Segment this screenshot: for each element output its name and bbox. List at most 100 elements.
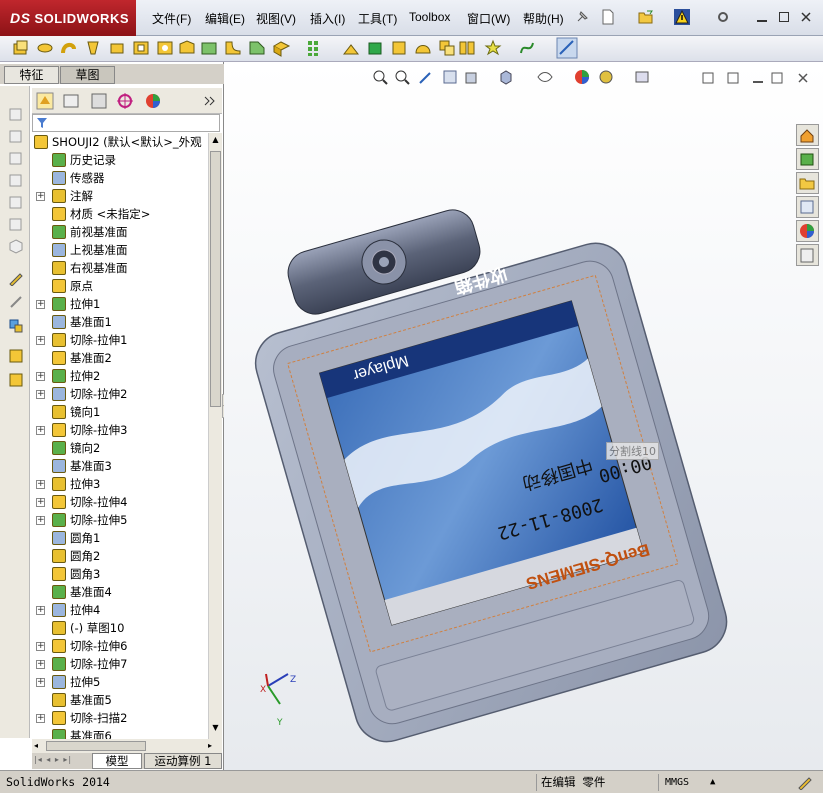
view-top-icon[interactable] xyxy=(8,194,24,210)
pin-icon[interactable] xyxy=(574,9,590,25)
new-document-icon[interactable] xyxy=(600,9,616,25)
tree-node[interactable]: + 切除-拉伸2 xyxy=(32,385,208,403)
move-entities-icon[interactable] xyxy=(8,318,24,334)
viewport-split-icon[interactable] xyxy=(727,72,739,84)
units-dropdown-icon[interactable]: ▲ xyxy=(710,774,715,791)
scroll-down-arrow[interactable]: ▼ xyxy=(210,723,221,735)
solidworks-logo[interactable]: DS SOLIDWORKS xyxy=(0,0,136,36)
expand-toggle-icon[interactable]: + xyxy=(36,516,45,525)
apply-scene-icon[interactable] xyxy=(598,69,614,85)
feature-1-icon[interactable] xyxy=(8,348,24,364)
tab-sketch[interactable]: 草图 xyxy=(60,66,115,84)
file-explorer-button[interactable] xyxy=(796,172,819,194)
property-manager-tab-icon[interactable] xyxy=(62,92,80,110)
tree-node[interactable]: 圆角2 xyxy=(32,547,208,565)
lofted-boss-icon[interactable] xyxy=(84,39,102,57)
view-front-icon[interactable] xyxy=(8,106,24,122)
menu-view[interactable]: 视图(V) xyxy=(256,10,296,27)
scroll-left-arrow[interactable]: ◂ xyxy=(34,741,44,751)
tree-vertical-scrollbar[interactable]: ▲ ▼ xyxy=(208,133,222,739)
tree-scrollbar-thumb[interactable] xyxy=(210,151,221,407)
expand-toggle-icon[interactable]: + xyxy=(36,336,45,345)
scroll-right-arrow[interactable]: ▸ xyxy=(208,741,218,751)
feature-tree-tab-icon[interactable] xyxy=(36,92,54,110)
expand-toggle-icon[interactable]: + xyxy=(36,390,45,399)
previous-view-icon[interactable] xyxy=(418,69,434,85)
view-back-icon[interactable] xyxy=(8,128,24,144)
expand-toggle-icon[interactable]: + xyxy=(36,642,45,651)
tree-node[interactable]: + 拉伸5 xyxy=(32,673,208,691)
tree-filter-input[interactable] xyxy=(32,114,220,132)
dome-icon[interactable] xyxy=(414,39,432,57)
extruded-cut-icon[interactable] xyxy=(132,39,150,57)
viewport-minimize-icon[interactable] xyxy=(752,72,764,84)
expand-toggle-icon[interactable]: + xyxy=(36,660,45,669)
expand-toggle-icon[interactable]: + xyxy=(36,498,45,507)
swept-cut-icon[interactable] xyxy=(178,39,196,57)
edit-appearance-icon[interactable] xyxy=(574,69,590,85)
tree-node[interactable]: (-) 草图10 xyxy=(32,619,208,637)
tree-node[interactable]: 上视基准面 xyxy=(32,241,208,259)
custom-properties-button[interactable] xyxy=(796,244,819,266)
restore-icon[interactable] xyxy=(778,11,790,23)
display-manager-tab-icon[interactable] xyxy=(144,92,162,110)
tree-node[interactable]: 镜向2 xyxy=(32,439,208,457)
tree-node[interactable]: + 切除-拉伸6 xyxy=(32,637,208,655)
view-palette-button[interactable] xyxy=(796,196,819,218)
viewport-tile-icon[interactable] xyxy=(702,72,714,84)
dimxpert-tab-icon[interactable] xyxy=(116,92,134,110)
menu-edit[interactable]: 编辑(E) xyxy=(205,10,245,27)
zoom-to-area-icon[interactable] xyxy=(394,69,410,85)
wrap-icon[interactable] xyxy=(390,39,408,57)
tree-node[interactable]: + 拉伸4 xyxy=(32,601,208,619)
hide-show-items-icon[interactable] xyxy=(536,69,554,85)
menu-file[interactable]: 文件(F) xyxy=(152,10,191,27)
viewport-close-icon[interactable] xyxy=(797,72,809,84)
tree-node[interactable]: 历史记录 xyxy=(32,151,208,169)
draft-icon[interactable] xyxy=(366,39,384,57)
tree-node[interactable]: 基准面5 xyxy=(32,691,208,709)
curves-icon[interactable] xyxy=(518,39,536,57)
tree-node[interactable]: + 切除-扫描2 xyxy=(32,709,208,727)
phone-model[interactable] xyxy=(224,62,823,770)
revolved-cut-icon[interactable] xyxy=(156,39,174,57)
design-library-button[interactable] xyxy=(796,148,819,170)
menu-toolbox[interactable]: Toolbox xyxy=(409,10,450,24)
expand-tabs-icon[interactable] xyxy=(204,96,216,106)
tab-motion-study[interactable]: 运动算例 1 xyxy=(144,753,222,769)
graphics-viewport[interactable]: 收件箱 Mplayer 00:00 中国移动 2008-11-22 BenQ-S… xyxy=(224,62,823,770)
configuration-manager-tab-icon[interactable] xyxy=(90,92,108,110)
tree-node[interactable]: 镜向1 xyxy=(32,403,208,421)
rebuild-warning-icon[interactable] xyxy=(673,8,691,26)
chamfer-icon[interactable] xyxy=(248,39,266,57)
tab-model[interactable]: 模型 xyxy=(92,753,142,769)
menu-help[interactable]: 帮助(H) xyxy=(523,10,564,27)
view-isometric-icon[interactable] xyxy=(8,238,24,254)
tree-node[interactable]: 右视基准面 xyxy=(32,259,208,277)
view-left-icon[interactable] xyxy=(8,150,24,166)
tree-node[interactable]: 材质 <未指定> xyxy=(32,205,208,223)
fillet-icon[interactable] xyxy=(224,39,242,57)
sketch-tool-icon[interactable] xyxy=(8,270,24,286)
swept-boss-icon[interactable] xyxy=(60,39,78,57)
linear-pattern-icon[interactable] xyxy=(306,39,324,57)
options-icon[interactable] xyxy=(717,11,729,23)
shell-icon[interactable] xyxy=(272,39,292,57)
tree-node[interactable]: 基准面6 xyxy=(32,727,208,739)
intersect-icon[interactable] xyxy=(438,39,456,57)
status-units[interactable]: MMGS xyxy=(658,774,728,791)
close-icon[interactable] xyxy=(800,11,812,23)
expand-toggle-icon[interactable]: + xyxy=(36,300,45,309)
minimize-icon[interactable] xyxy=(756,11,768,23)
tree-node[interactable]: + 切除-拉伸5 xyxy=(32,511,208,529)
tree-node[interactable]: + 拉伸2 xyxy=(32,367,208,385)
scroll-up-arrow[interactable]: ▲ xyxy=(210,135,221,147)
rebuild-status-icon[interactable] xyxy=(797,774,813,790)
view-bottom-icon[interactable] xyxy=(8,216,24,232)
tree-node[interactable]: + 切除-拉伸4 xyxy=(32,493,208,511)
tree-node[interactable]: 原点 xyxy=(32,277,208,295)
tree-node[interactable]: + 切除-拉伸1 xyxy=(32,331,208,349)
tree-node[interactable]: + 拉伸1 xyxy=(32,295,208,313)
tree-node[interactable]: 圆角3 xyxy=(32,565,208,583)
expand-toggle-icon[interactable]: + xyxy=(36,192,45,201)
